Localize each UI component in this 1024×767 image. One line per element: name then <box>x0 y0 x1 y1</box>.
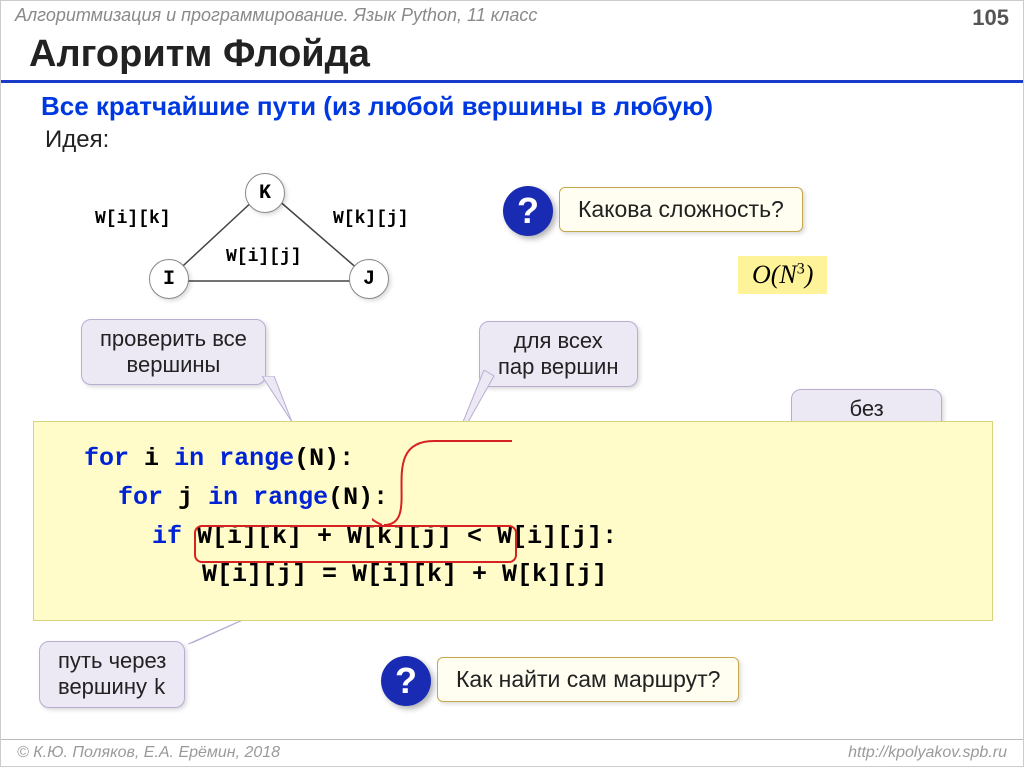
code-line-3: if W[i][k] + W[k][j] < W[i][j]: <box>84 518 982 557</box>
question-route: Как найти сам маршрут? <box>437 657 739 702</box>
node-i: I <box>149 259 189 299</box>
edge-ij-label: W[i][j] <box>226 247 302 267</box>
course-title: Алгоритмизация и программирование. Язык … <box>15 5 537 26</box>
callout-check-all-line1: проверить все <box>100 326 247 352</box>
edge-kj-label: W[k][j] <box>333 209 409 229</box>
slide-footer: © К.Ю. Поляков, Е.А. Ерёмин, 2018 http:/… <box>1 739 1023 766</box>
edge-ik-label: W[i][k] <box>95 209 171 229</box>
callout-all-pairs: для всех пар вершин <box>479 321 638 387</box>
code-block: for i in range(N): for j in range(N): if… <box>33 421 993 621</box>
slide-subtitle: Все кратчайшие пути (из любой вершины в … <box>1 83 1023 126</box>
code-line-4: W[i][j] = W[i][k] + W[k][j] <box>84 556 982 595</box>
question-mark-icon: ? <box>503 186 553 236</box>
node-j: J <box>349 259 389 299</box>
callout-pairs-line2: пар вершин <box>498 354 619 380</box>
complexity-suffix: ) <box>805 260 814 289</box>
callout-tail-icon <box>262 376 302 426</box>
slide-header: Алгоритмизация и программирование. Язык … <box>1 1 1023 33</box>
callout-pairs-line1: для всех <box>498 328 619 354</box>
complexity-exponent: 3 <box>797 260 805 277</box>
callout-without-k-line1: без <box>810 396 923 422</box>
complexity-answer: O(N3) <box>738 256 827 294</box>
callout-check-all-line2: вершины <box>100 352 247 378</box>
complexity-prefix: O(N <box>752 260 797 289</box>
code-line-1: for i in range(N): <box>84 440 982 479</box>
callout-via-k-line2: вершину k <box>58 674 166 701</box>
question-mark-icon: ? <box>381 656 431 706</box>
slide-title: Алгоритм Флойда <box>1 33 1023 80</box>
callout-check-all: проверить все вершины <box>81 319 266 385</box>
node-k: K <box>245 173 285 213</box>
graph-diagram: K I J W[i][k] W[k][j] W[i][j] <box>101 171 441 301</box>
footer-url: http://kpolyakov.spb.ru <box>848 744 1007 762</box>
idea-label: Идея: <box>1 126 1023 154</box>
callout-via-k-line1: путь через <box>58 648 166 674</box>
footer-authors: © К.Ю. Поляков, Е.А. Ерёмин, 2018 <box>17 744 280 762</box>
page-number: 105 <box>972 5 1009 31</box>
code-line-2: for j in range(N): <box>84 479 982 518</box>
question-complexity: Какова сложность? <box>559 187 803 232</box>
callout-via-k: путь через вершину k <box>39 641 185 708</box>
